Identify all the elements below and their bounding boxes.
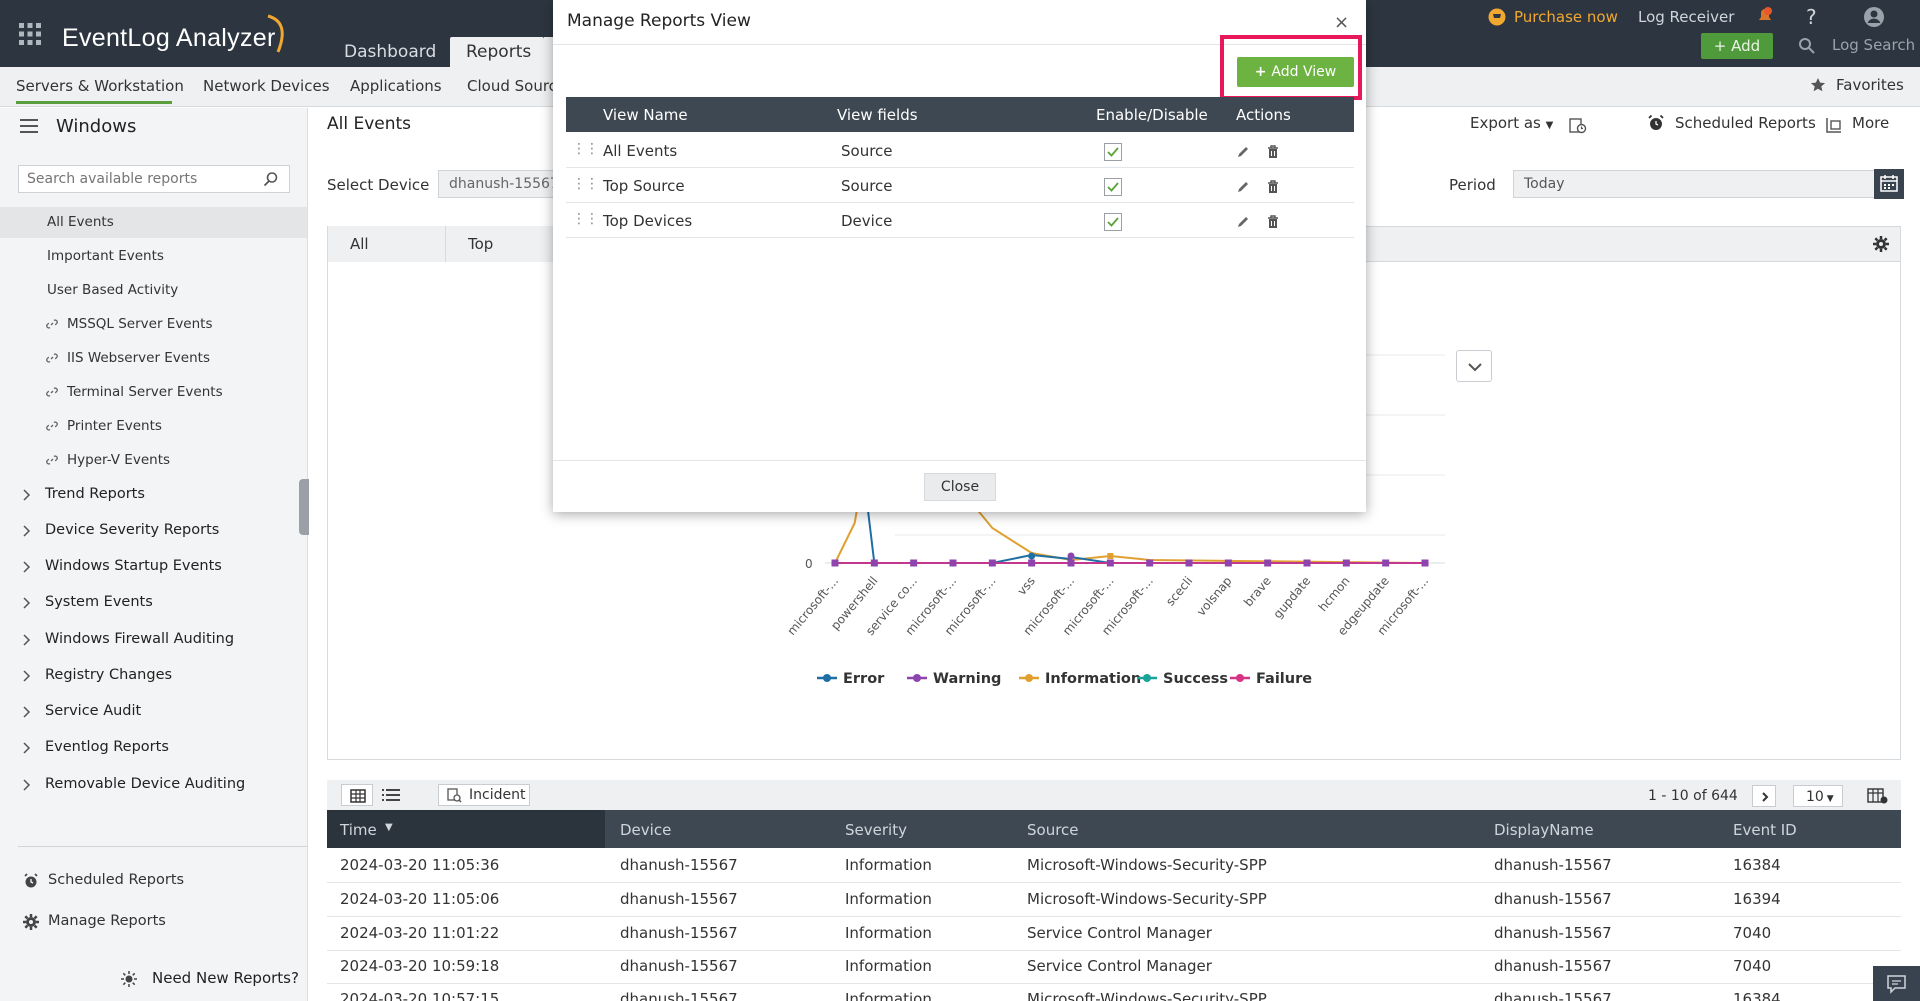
- dialog-footer-divider: [553, 460, 1366, 461]
- view-field: Device: [841, 212, 893, 230]
- views-row-divider: [566, 202, 1354, 203]
- views-row-divider: [566, 167, 1354, 168]
- plus-icon: +: [1254, 64, 1272, 80]
- view-field: Source: [841, 177, 893, 195]
- dialog-title: Manage Reports View: [567, 11, 751, 31]
- add-view-label: Add View: [1271, 64, 1337, 80]
- view-name: All Events: [603, 142, 678, 160]
- views-column-header: Actions: [1236, 106, 1291, 124]
- delete-trash-icon[interactable]: [1265, 144, 1281, 160]
- dialog-close-icon[interactable]: ×: [1334, 12, 1349, 33]
- check-icon: [1107, 182, 1119, 192]
- enable-checkbox[interactable]: [1104, 213, 1122, 231]
- views-row-divider: [566, 237, 1354, 238]
- view-name: Top Devices: [603, 212, 693, 230]
- delete-trash-icon[interactable]: [1265, 214, 1281, 230]
- enable-checkbox[interactable]: [1104, 143, 1122, 161]
- enable-checkbox[interactable]: [1104, 178, 1122, 196]
- views-column-header: View Name: [603, 106, 688, 124]
- add-view-button[interactable]: + Add View: [1237, 57, 1354, 87]
- chat-icon: [1887, 975, 1906, 994]
- check-icon: [1107, 217, 1119, 227]
- edit-pencil-icon[interactable]: [1235, 214, 1251, 230]
- drag-handle-icon[interactable]: ⋮⋮: [572, 176, 599, 192]
- views-column-header: View fields: [837, 106, 918, 124]
- drag-handle-icon[interactable]: ⋮⋮: [572, 211, 599, 227]
- edit-pencil-icon[interactable]: [1235, 144, 1251, 160]
- close-button[interactable]: Close: [924, 473, 996, 501]
- views-column-header: Enable/Disable: [1096, 106, 1208, 124]
- view-field: Source: [841, 142, 893, 160]
- edit-pencil-icon[interactable]: [1235, 179, 1251, 195]
- drag-handle-icon[interactable]: ⋮⋮: [572, 141, 599, 157]
- chat-button[interactable]: [1873, 966, 1920, 1001]
- view-name: Top Source: [603, 177, 685, 195]
- delete-trash-icon[interactable]: [1265, 179, 1281, 195]
- check-icon: [1107, 147, 1119, 157]
